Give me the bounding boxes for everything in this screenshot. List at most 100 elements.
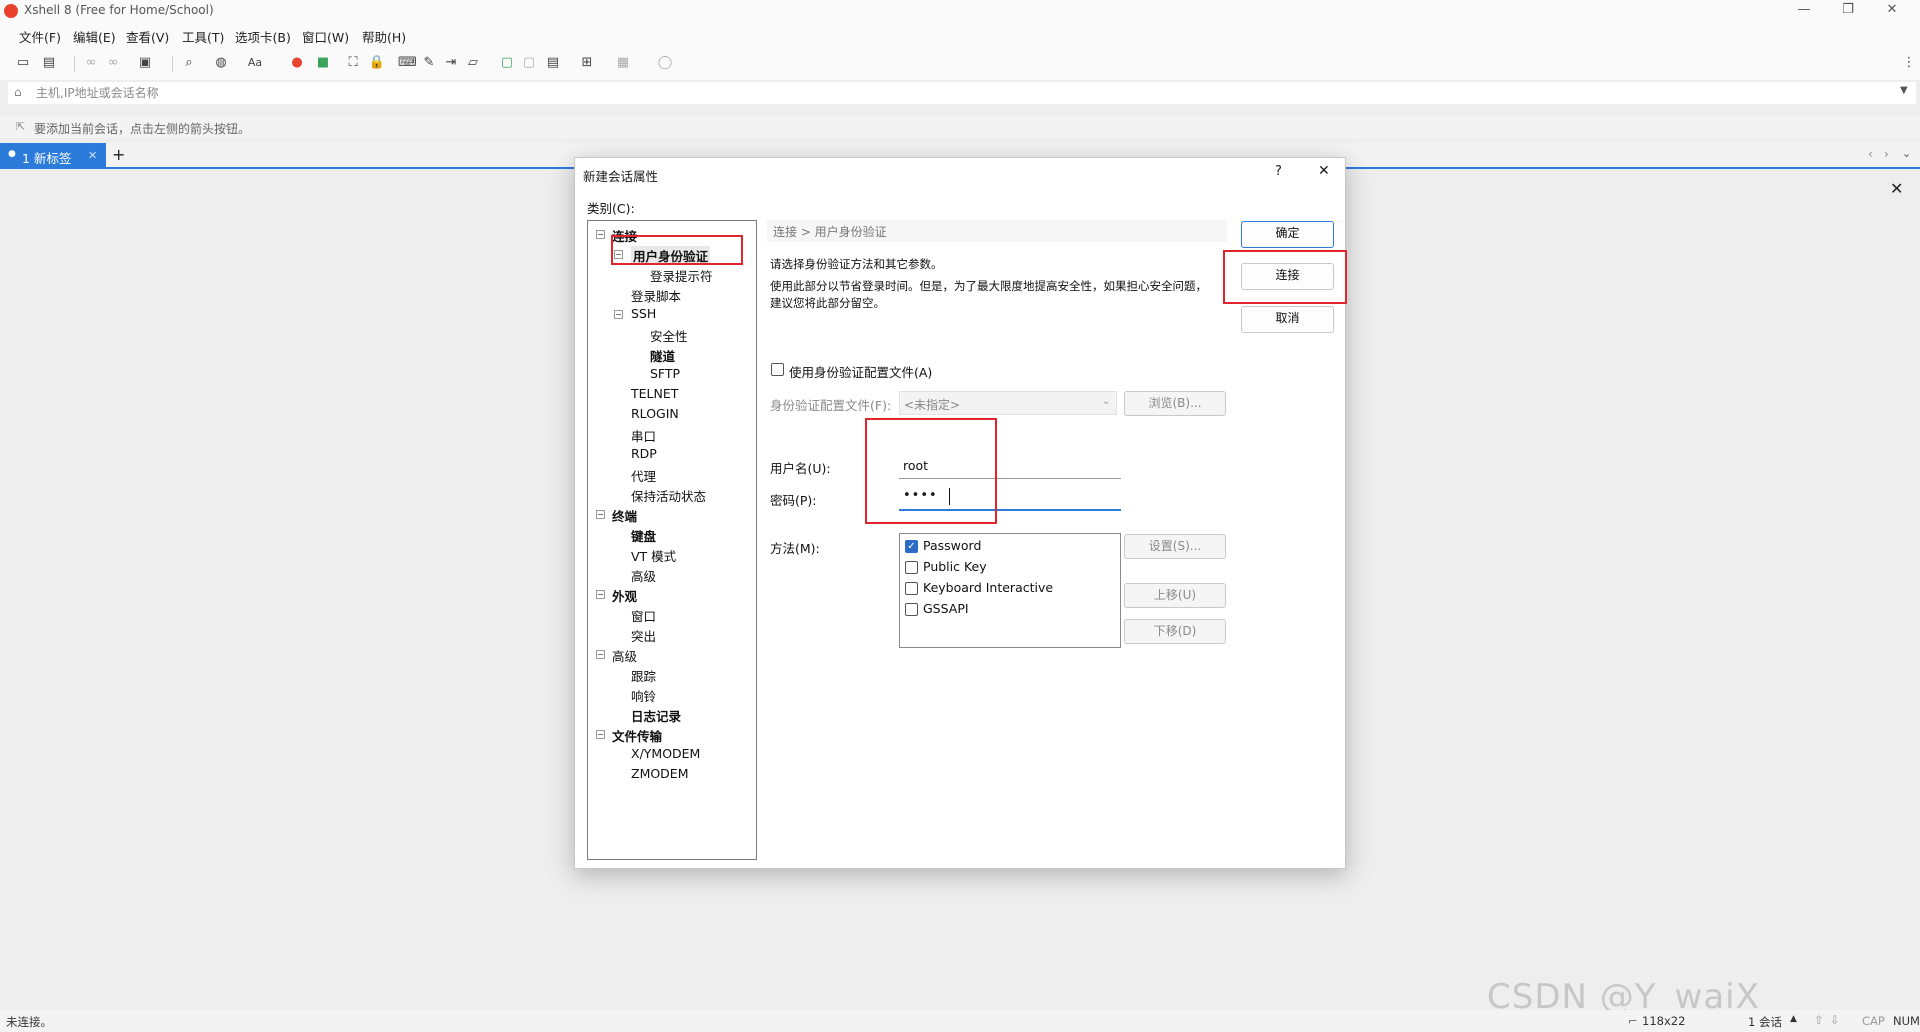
help-button[interactable]: ? — [1275, 164, 1282, 179]
tree-item[interactable]: RDP — [631, 446, 657, 461]
method-checkbox[interactable] — [905, 561, 918, 574]
select-chevron-icon: ⌄ — [1102, 396, 1111, 407]
dialog-close-button[interactable]: ✕ — [1318, 163, 1330, 179]
toolbar-separator — [172, 56, 173, 72]
tree-item[interactable]: 外观 — [612, 586, 637, 605]
ok-button[interactable]: 确定 — [1241, 221, 1334, 248]
new-session-icon[interactable]: ▭ — [14, 54, 32, 72]
layout-icon[interactable]: ▦ — [614, 54, 632, 72]
globe-icon[interactable]: ◍ — [212, 54, 230, 72]
session-chevron-icon[interactable]: ▲ — [1790, 1014, 1797, 1024]
tree-item[interactable]: 终端 — [612, 506, 637, 525]
move-up-button[interactable]: 上移(U) — [1124, 583, 1226, 608]
menu-edit[interactable]: 编辑(E) — [73, 27, 116, 46]
tree-item[interactable]: 高级 — [612, 646, 637, 665]
tree-item[interactable]: VT 模式 — [631, 546, 676, 565]
tab-nav-right-icon[interactable]: › — [1884, 147, 1889, 161]
description-line-3: 建议您将此部分留空。 — [770, 296, 885, 310]
menu-window[interactable]: 窗口(W) — [302, 27, 349, 46]
session-count[interactable]: 1 会话 — [1748, 1014, 1782, 1030]
script-icon[interactable]: ▱ — [464, 54, 482, 72]
tree-collapse-toggle[interactable]: − — [596, 510, 605, 519]
tree-item[interactable]: 跟踪 — [631, 666, 656, 685]
tree-item[interactable]: RLOGIN — [631, 406, 679, 421]
more-options-icon[interactable]: ⋮ — [1900, 54, 1918, 72]
tree-item[interactable]: 保持活动状态 — [631, 486, 706, 505]
close-panel-icon[interactable]: ✕ — [1890, 179, 1903, 198]
profile-select[interactable]: <未指定> ⌄ — [899, 391, 1117, 415]
tree-item[interactable]: 安全性 — [650, 326, 688, 345]
tree-collapse-toggle[interactable]: − — [596, 650, 605, 659]
chevron-down-icon[interactable]: ▼ — [1900, 85, 1908, 96]
add-panel-icon[interactable]: ⊞ — [578, 54, 596, 72]
browse-button[interactable]: 浏览(B)... — [1124, 391, 1226, 416]
add-tab-button[interactable]: + — [112, 145, 125, 164]
tab-close-icon[interactable]: ✕ — [88, 149, 97, 162]
hint-arrow-icon[interactable]: ⇱ — [16, 120, 25, 133]
search-icon[interactable]: ⌕ — [180, 54, 198, 72]
font-icon[interactable]: Aa — [246, 54, 264, 72]
menu-help[interactable]: 帮助(H) — [362, 27, 406, 46]
description-line-1: 请选择身份验证方法和其它参数。 — [770, 257, 943, 271]
tree-item[interactable]: 代理 — [631, 466, 656, 485]
notes-icon[interactable]: ▤ — [544, 54, 562, 72]
tree-item[interactable]: 响铃 — [631, 686, 656, 705]
method-checkbox[interactable]: ✓ — [905, 540, 918, 553]
minimize-button[interactable]: — — [1784, 0, 1824, 22]
connect-link-icon[interactable]: ∞ — [82, 54, 100, 72]
tree-item[interactable]: 高级 — [631, 566, 656, 585]
menu-tools[interactable]: 工具(T) — [182, 27, 224, 46]
xshell-icon[interactable]: ● — [288, 54, 306, 72]
tree-collapse-toggle[interactable]: − — [596, 730, 605, 739]
move-down-button[interactable]: 下移(D) — [1124, 619, 1226, 644]
tree-item[interactable]: 日志记录 — [631, 706, 681, 725]
tree-item[interactable]: 登录提示符 — [650, 266, 713, 285]
tree-item[interactable]: X/YMODEM — [631, 746, 700, 761]
method-list[interactable]: ✓ Password Public Key Keyboard Interactive G… — [899, 533, 1121, 648]
tab-nav-left-icon[interactable]: ‹ — [1868, 147, 1873, 161]
hint-bar: ⇱ 要添加当前会话，点击左侧的箭头按钮。 — [0, 116, 1920, 138]
session-copy-icon[interactable]: ▣ — [136, 54, 154, 72]
use-profile-checkbox[interactable] — [771, 363, 784, 376]
menu-view[interactable]: 查看(V) — [126, 27, 169, 46]
tree-item[interactable]: TELNET — [631, 386, 678, 401]
cancel-button[interactable]: 取消 — [1241, 306, 1334, 333]
chat-icon[interactable]: ◯ — [656, 54, 674, 72]
tree-item[interactable]: 窗口 — [631, 606, 656, 625]
menu-file[interactable]: 文件(F) — [19, 27, 61, 46]
tree-collapse-toggle[interactable]: − — [614, 310, 623, 319]
tree-item[interactable]: 突出 — [631, 626, 656, 645]
fullscreen-icon[interactable]: ⛶ — [344, 54, 362, 72]
maximize-button[interactable]: ❐ — [1828, 0, 1868, 22]
compose-icon[interactable]: ✎ — [420, 54, 438, 72]
tab-list-chevron-icon[interactable]: ⌄ — [1902, 147, 1911, 160]
tab-group-icon[interactable]: ▢ — [520, 54, 538, 72]
close-window-button[interactable]: ✕ — [1872, 0, 1912, 22]
tree-item[interactable]: 登录脚本 — [631, 286, 681, 305]
upload-arrow-icon: ⇧ — [1814, 1013, 1824, 1027]
settings-button[interactable]: 设置(S)... — [1124, 534, 1226, 559]
tree-item[interactable]: ZMODEM — [631, 766, 689, 781]
tree-item[interactable]: 文件传输 — [612, 726, 662, 745]
keyboard-icon[interactable]: ⌨ — [398, 54, 417, 72]
new-tab-icon[interactable]: ▢ — [498, 54, 516, 72]
category-tree[interactable]: − 连接 − 用户身份验证 登录提示符 登录脚本 − SSH 安全性 隧道 SFTP TELNET RL… — [587, 220, 757, 860]
tree-collapse-toggle[interactable]: − — [596, 590, 605, 599]
tree-item[interactable]: 键盘 — [631, 526, 656, 545]
tree-item[interactable]: 隧道 — [650, 346, 675, 365]
tab-new-session[interactable]: ● 1 新标签 ✕ — [0, 143, 106, 169]
tree-item[interactable]: SSH — [631, 306, 656, 321]
lock-icon[interactable]: 🔒 — [368, 54, 386, 72]
transfer-icon[interactable]: ⇥ — [442, 54, 460, 72]
menu-tabs[interactable]: 选项卡(B) — [235, 27, 291, 46]
host-address-input[interactable] — [36, 83, 1866, 103]
open-folder-icon[interactable]: ▤ — [40, 54, 58, 72]
tree-collapse-toggle[interactable]: − — [596, 230, 605, 239]
tree-item[interactable]: SFTP — [650, 366, 680, 381]
disconnect-link-icon[interactable]: ∞ — [104, 54, 122, 72]
tree-item[interactable]: 串口 — [631, 426, 656, 445]
method-checkbox[interactable] — [905, 603, 918, 616]
description-line-2: 使用此部分以节省登录时间。但是，为了最大限度地提高安全性，如果担心安全问题， — [770, 279, 1207, 293]
method-checkbox[interactable] — [905, 582, 918, 595]
xftp-icon[interactable]: ■ — [314, 54, 332, 72]
